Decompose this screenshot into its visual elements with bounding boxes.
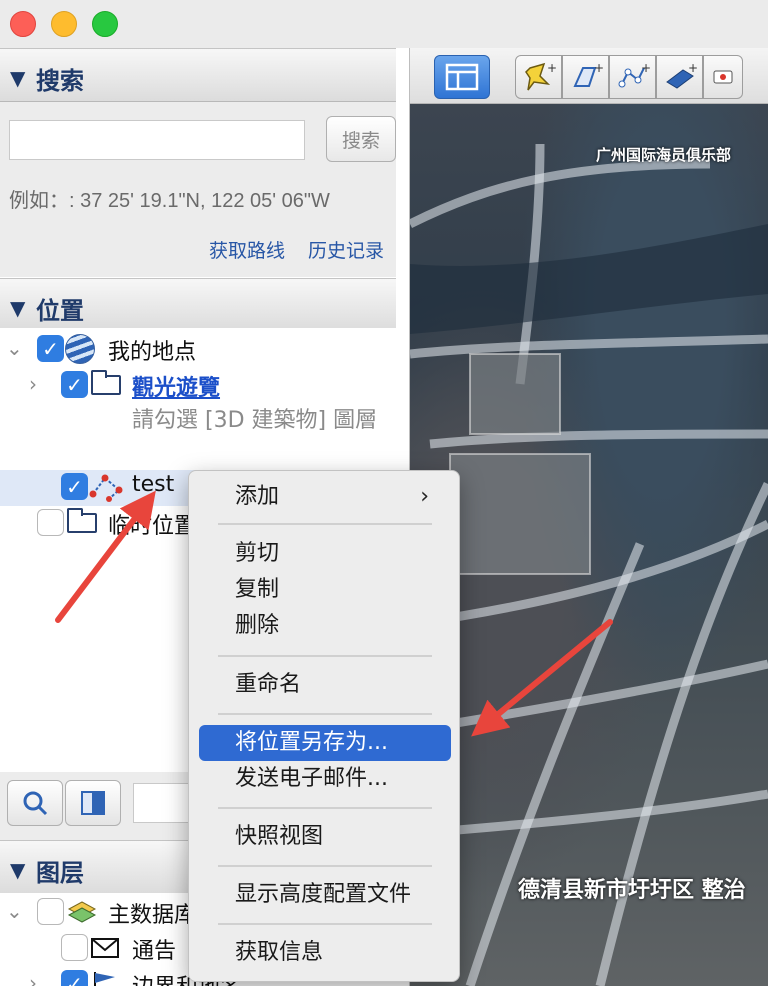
layers-panel-title: 图层 [36,859,84,887]
sidebar-icon [445,63,479,91]
menu-item-cut[interactable]: 剪切 [199,536,451,572]
menu-item-rename[interactable]: 重命名 [199,667,451,703]
history-link[interactable]: 历史记录 [308,236,384,263]
submenu-arrow-icon: › [420,484,429,509]
menu-separator [218,655,432,657]
record-tour-button[interactable] [703,55,743,99]
menu-item-label: 添加 [235,484,280,509]
tree-item-label: 我的地点 [108,340,197,365]
path-icon: + [618,61,650,88]
places-panel-header[interactable]: ▼ 位置 [0,278,396,332]
minimize-window-button[interactable] [51,11,77,37]
menu-item-snapshot-view[interactable]: 快照视图 [199,819,451,855]
tree-item-label: test [132,472,175,497]
menu-item-save-place-as[interactable]: 将位置另存为... [199,725,451,761]
window-titlebar [0,0,768,48]
layers-icon [67,901,97,923]
checkbox-checked[interactable]: ✓ [61,473,88,500]
search-example-text: 例如：: 37 25' 19.1"N, 122 05' 06"W [9,190,330,212]
checkbox-checked[interactable]: ✓ [61,970,88,986]
search-places-button[interactable] [7,780,63,826]
svg-text:+: + [641,61,650,75]
add-image-overlay-button[interactable]: + [656,55,703,99]
add-path-button[interactable]: + [609,55,656,99]
chevron-right-icon[interactable]: › [29,372,37,396]
tree-item-my-places[interactable]: ⌄ ✓ 我的地点 [0,332,396,368]
get-directions-link[interactable]: 获取路线 [209,236,285,263]
pushpin-icon: + [524,61,556,91]
map-place-label: 德清县新市圩圩区 整治 [518,878,746,903]
search-panel: 搜索 例如：: 37 25' 19.1"N, 122 05' 06"W 获取路线… [0,102,396,333]
menu-item-delete[interactable]: 删除 [199,608,451,644]
polygon-icon: + [572,61,603,87]
zoom-window-button[interactable] [92,11,118,37]
svg-text:+: + [594,61,603,75]
checkbox-checked[interactable]: ✓ [37,335,64,362]
tree-item-sightseeing[interactable]: › ✓ 觀光遊覽 [0,368,396,404]
search-panel-title: 搜索 [36,67,84,95]
menu-item-copy[interactable]: 复制 [199,572,451,608]
map-place-label: 广州国际海员俱乐部 [596,146,732,164]
search-input[interactable] [9,120,305,160]
satellite-map-view[interactable]: 广州国际海员俱乐部 德清县新市圩圩区 整治 [410,104,768,986]
close-window-button[interactable] [10,11,36,37]
chevron-down-icon[interactable]: ⌄ [6,899,23,923]
menu-separator [218,523,432,525]
svg-text:+: + [547,61,556,75]
checkbox-unchecked[interactable] [61,934,88,961]
search-panel-header[interactable]: ▼ 搜索 [0,48,396,102]
folder-icon [91,370,121,395]
checkbox-partial[interactable]: − [37,898,64,925]
panel-icon [81,791,105,815]
tree-item-label[interactable]: 觀光遊覽 [132,370,220,402]
tree-item-note: 請勾選 [3D 建築物] 圖層 [132,408,378,433]
map-toolbar: + + + + [410,48,768,104]
chevron-down-icon[interactable]: ⌄ [6,336,23,360]
globe-icon [65,334,95,364]
svg-text:+: + [688,61,697,75]
menu-item-get-info[interactable]: 获取信息 [199,935,451,971]
collapse-triangle-icon: ▼ [10,66,26,90]
add-placemark-button[interactable]: + [515,55,562,99]
collapse-triangle-icon: ▼ [10,296,26,320]
map-road-overlay [410,143,768,986]
record-icon [713,70,733,84]
toggle-sidebar-button[interactable] [434,55,490,99]
checkbox-checked[interactable]: ✓ [61,371,88,398]
search-button[interactable]: 搜索 [326,116,396,162]
image-overlay-icon: + [665,61,697,89]
menu-item-add[interactable]: 添加 › [199,479,451,515]
folder-icon [67,508,97,533]
add-polygon-button[interactable]: + [562,55,609,99]
context-menu: 添加 › 剪切 复制 删除 重命名 将位置另存为... 发送电子邮件... 快照… [188,470,460,982]
menu-item-elevation-profile[interactable]: 显示高度配置文件 [199,877,451,913]
checkbox-unchecked[interactable] [37,509,64,536]
menu-separator [218,807,432,809]
menu-separator [218,923,432,925]
menu-separator [218,713,432,715]
tree-item-label: 临时位置 [108,514,197,539]
toggle-panel-button[interactable] [65,780,121,826]
collapse-triangle-icon: ▼ [10,858,26,882]
menu-separator [218,865,432,867]
layer-item-label: 通告 [132,939,177,964]
chevron-right-icon[interactable]: › [29,971,37,986]
mail-icon [91,938,119,958]
menu-item-email[interactable]: 发送电子邮件... [199,761,451,797]
path-icon [89,474,123,502]
layer-item-label: 主数据库 [108,903,197,928]
magnifier-icon [23,791,48,816]
places-panel-title: 位置 [36,297,84,325]
flag-icon [94,972,115,986]
